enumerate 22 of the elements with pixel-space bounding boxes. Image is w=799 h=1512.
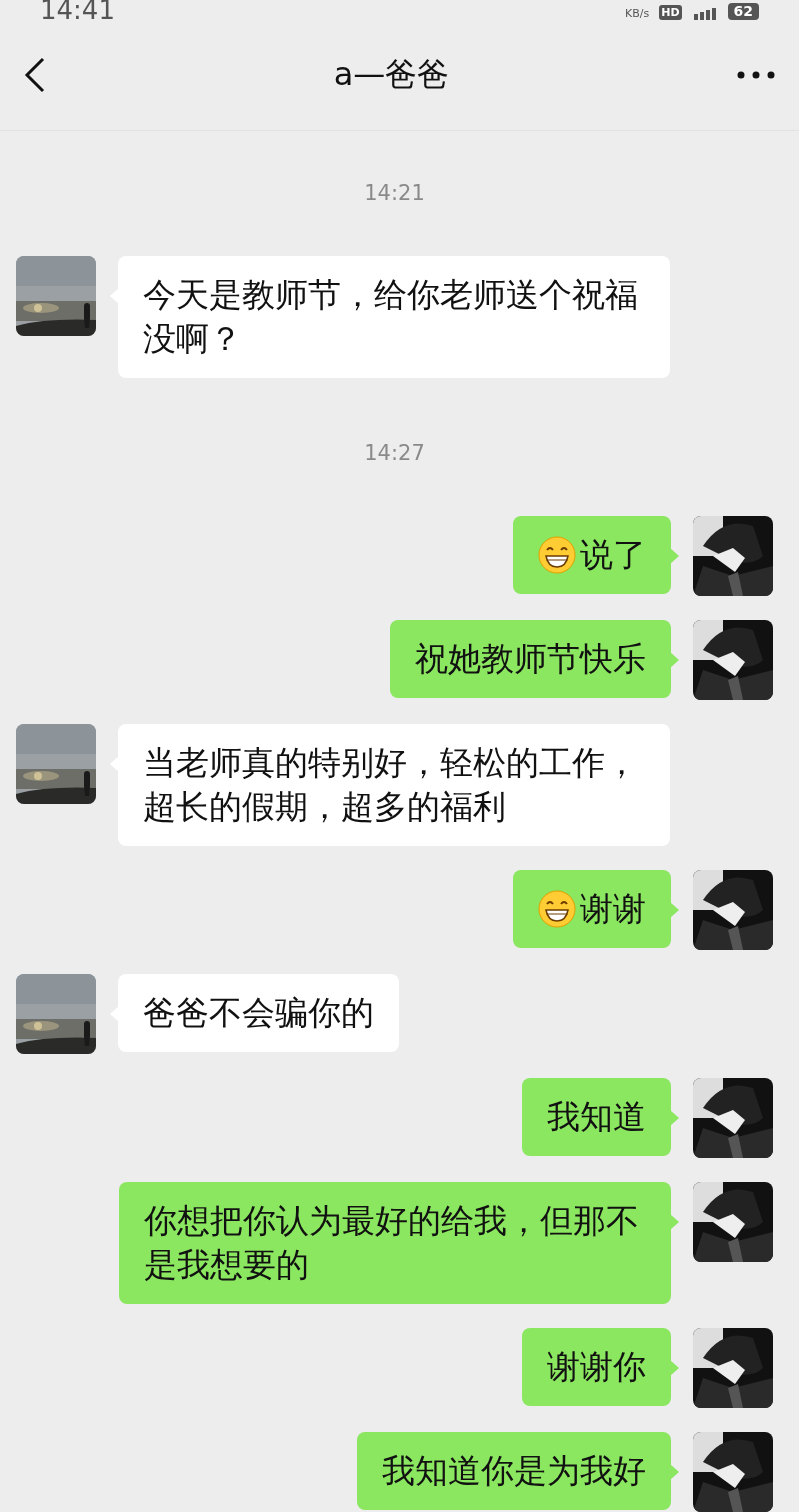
message-text: 爸爸不会骗你的 bbox=[143, 992, 374, 1034]
message-text: 当老师真的特别好，轻松的工作，超长的假期，超多的福利 bbox=[143, 742, 639, 828]
back-icon[interactable] bbox=[24, 57, 46, 93]
network-speed: KB/s bbox=[624, 8, 650, 20]
timestamp: 14:21 bbox=[364, 181, 425, 205]
hd-badge: HD bbox=[659, 5, 682, 20]
message-text: 祝她教师节快乐 bbox=[415, 638, 646, 680]
message-text: 说了 bbox=[580, 534, 646, 576]
more-icon[interactable] bbox=[737, 71, 775, 79]
message-text: 我知道你是为我好 bbox=[382, 1450, 646, 1492]
battery-level: 62 bbox=[727, 3, 759, 20]
signal-icon bbox=[691, 6, 718, 20]
timestamp: 14:27 bbox=[364, 441, 425, 465]
message-text: 今天是教师节，给你老师送个祝福没啊？ bbox=[143, 274, 639, 360]
message-text: 谢谢 bbox=[580, 888, 646, 930]
grin-emoji-icon bbox=[538, 890, 576, 928]
message-text: 谢谢你 bbox=[547, 1346, 646, 1388]
message-text: 我知道 bbox=[547, 1096, 646, 1138]
grin-emoji-icon bbox=[538, 536, 576, 574]
message-text: 你想把你认为最好的给我，但那不是我想要的 bbox=[144, 1200, 640, 1286]
status-time: 14:41 bbox=[40, 0, 115, 20]
chat-title: a—爸爸 bbox=[333, 54, 450, 95]
